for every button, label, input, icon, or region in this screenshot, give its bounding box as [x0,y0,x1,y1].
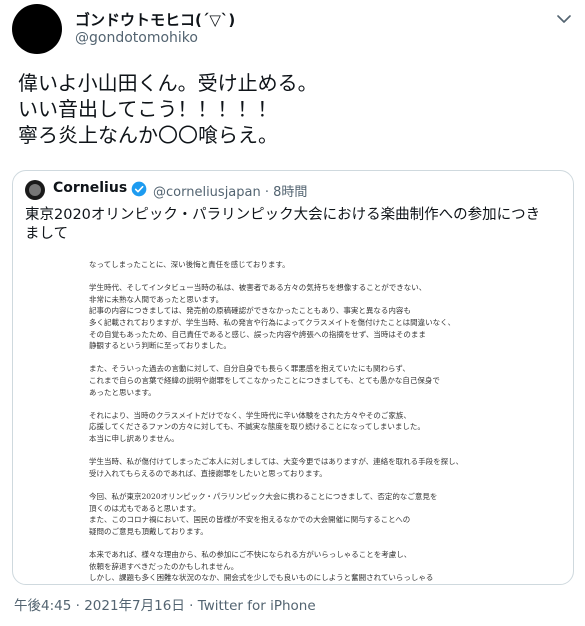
document-line: その自覚もあったため、自己責任であると感じ、誤った内容や誇張への指摘をせず、当時… [89,329,426,339]
document-line: 多く記載されておりますが、学生当時、私の発言や行為によってクラスメイトを傷付けた… [89,318,456,327]
document-line: これまで自らの言葉で経緯の説明や謝罪をしてこなかったことにつきましても、とても愚… [89,376,440,385]
tweet-text-line: 寧ろ炎上なんか〇〇喰らえ。 [18,123,278,147]
tweet-text-line: いい音出してこう！！！！！ [18,97,278,121]
document-line: 静観するという判断に至っておりました。 [89,341,231,351]
document-line: 本来であれば、様々な理由から、私の参加にご不快になられる方がいらっしゃることを考… [89,550,412,559]
document-line: それにより、当時のクラスメイトだけでなく、学生時代に辛い体験をされた方々やそのご… [89,410,411,420]
timestamp[interactable]: 午後4:45 · 2021年7月16日 · [14,598,198,614]
document-line: 依頼を辞退すべきだったのかもしれません。 [89,561,239,571]
source-app[interactable]: Twitter for iPhone [198,598,316,614]
document-line: 非常に未熟な人間であったと思います。 [89,294,224,304]
tweet: ゴンドウトモヒコ(´▽`) @gondotomohiko 偉いよ小山田くん。受け… [0,0,585,626]
username[interactable]: @gondotomohiko [75,30,198,46]
tweet-text-line: 偉いよ小山田くん。受け止める。 [18,71,318,95]
document-line: また、このコロナ禍において、国民の皆様が不安を抱えるなかでの大会開催に関与するこ… [89,515,411,525]
document-line: 頂くのは尤もであると思います。 [89,503,201,513]
quoted-text-line: 東京2020オリンピック・パラリンピック大会における楽曲制作への参加につき [25,207,541,223]
quoted-avatar [25,180,45,200]
document-line: 今回、私が東京2020オリンピック・パラリンピック大会に携わることにつきまして、… [89,492,438,501]
statement-document-image[interactable]: なってしまったことに、深い後悔と責任を感じております。学生時代、そしてインタビュ… [53,243,553,584]
document-line: しかし、課題も多く困難な状況のなか、開会式を少しでも良いものにしようと奮闘されて… [89,573,434,583]
quoted-handle-time: @corneliusjapan · 8時間 [153,185,308,200]
chevron-down-icon[interactable] [555,10,573,28]
document-line: 学生当時、私が傷付けてしまったご本人に対しましては、大変今更ではありますが、連絡… [89,457,464,467]
document-line: また、そういった過去の言動に対して、自分自身でも長らく罪悪感を抱えていたにも関わ… [89,364,410,374]
document-line: あったと思います。 [89,387,156,397]
tweet-text: 偉いよ小山田くん。受け止める。 いい音出してこう！！！！！ 寧ろ炎上なんか〇〇喰… [18,70,318,148]
quoted-tweet[interactable]: Cornelius @corneliusjapan · 8時間 東京2020オリ… [12,170,574,585]
document-line: 受け入れてもらえるのであれば、直接謝罪をしたいと思っております。 [89,468,327,478]
avatar[interactable] [12,4,62,54]
document-line: 本当に申し訳ありません。 [89,434,179,443]
quoted-text: 東京2020オリンピック・パラリンピック大会における楽曲制作への参加につき まし… [25,206,565,244]
document-line: 応援してくださるファンの方々に対しても、不誠実な態度を取り続けることになってしま… [89,422,425,432]
quoted-display-name: Cornelius [53,180,128,196]
verified-badge-icon [131,181,147,197]
document-line: 疑問のご意見も頂戴しております。 [89,526,208,536]
display-name[interactable]: ゴンドウトモヒコ(´▽`) [75,9,235,30]
tweet-footer: 午後4:45 · 2021年7月16日 · Twitter for iPhone [14,594,316,614]
quoted-text-line: まして [25,226,69,242]
document-line: 記事の内容につきましては、発売前の原稿確認ができなかったこともあり、事実と異なる… [89,306,411,316]
document-line: なってしまったことに、深い後悔と責任を感じております。 [89,260,290,269]
document-line: 学生時代、そしてインタビュー当時の私は、被害者である方々の気持ちを想像することが… [89,283,427,293]
